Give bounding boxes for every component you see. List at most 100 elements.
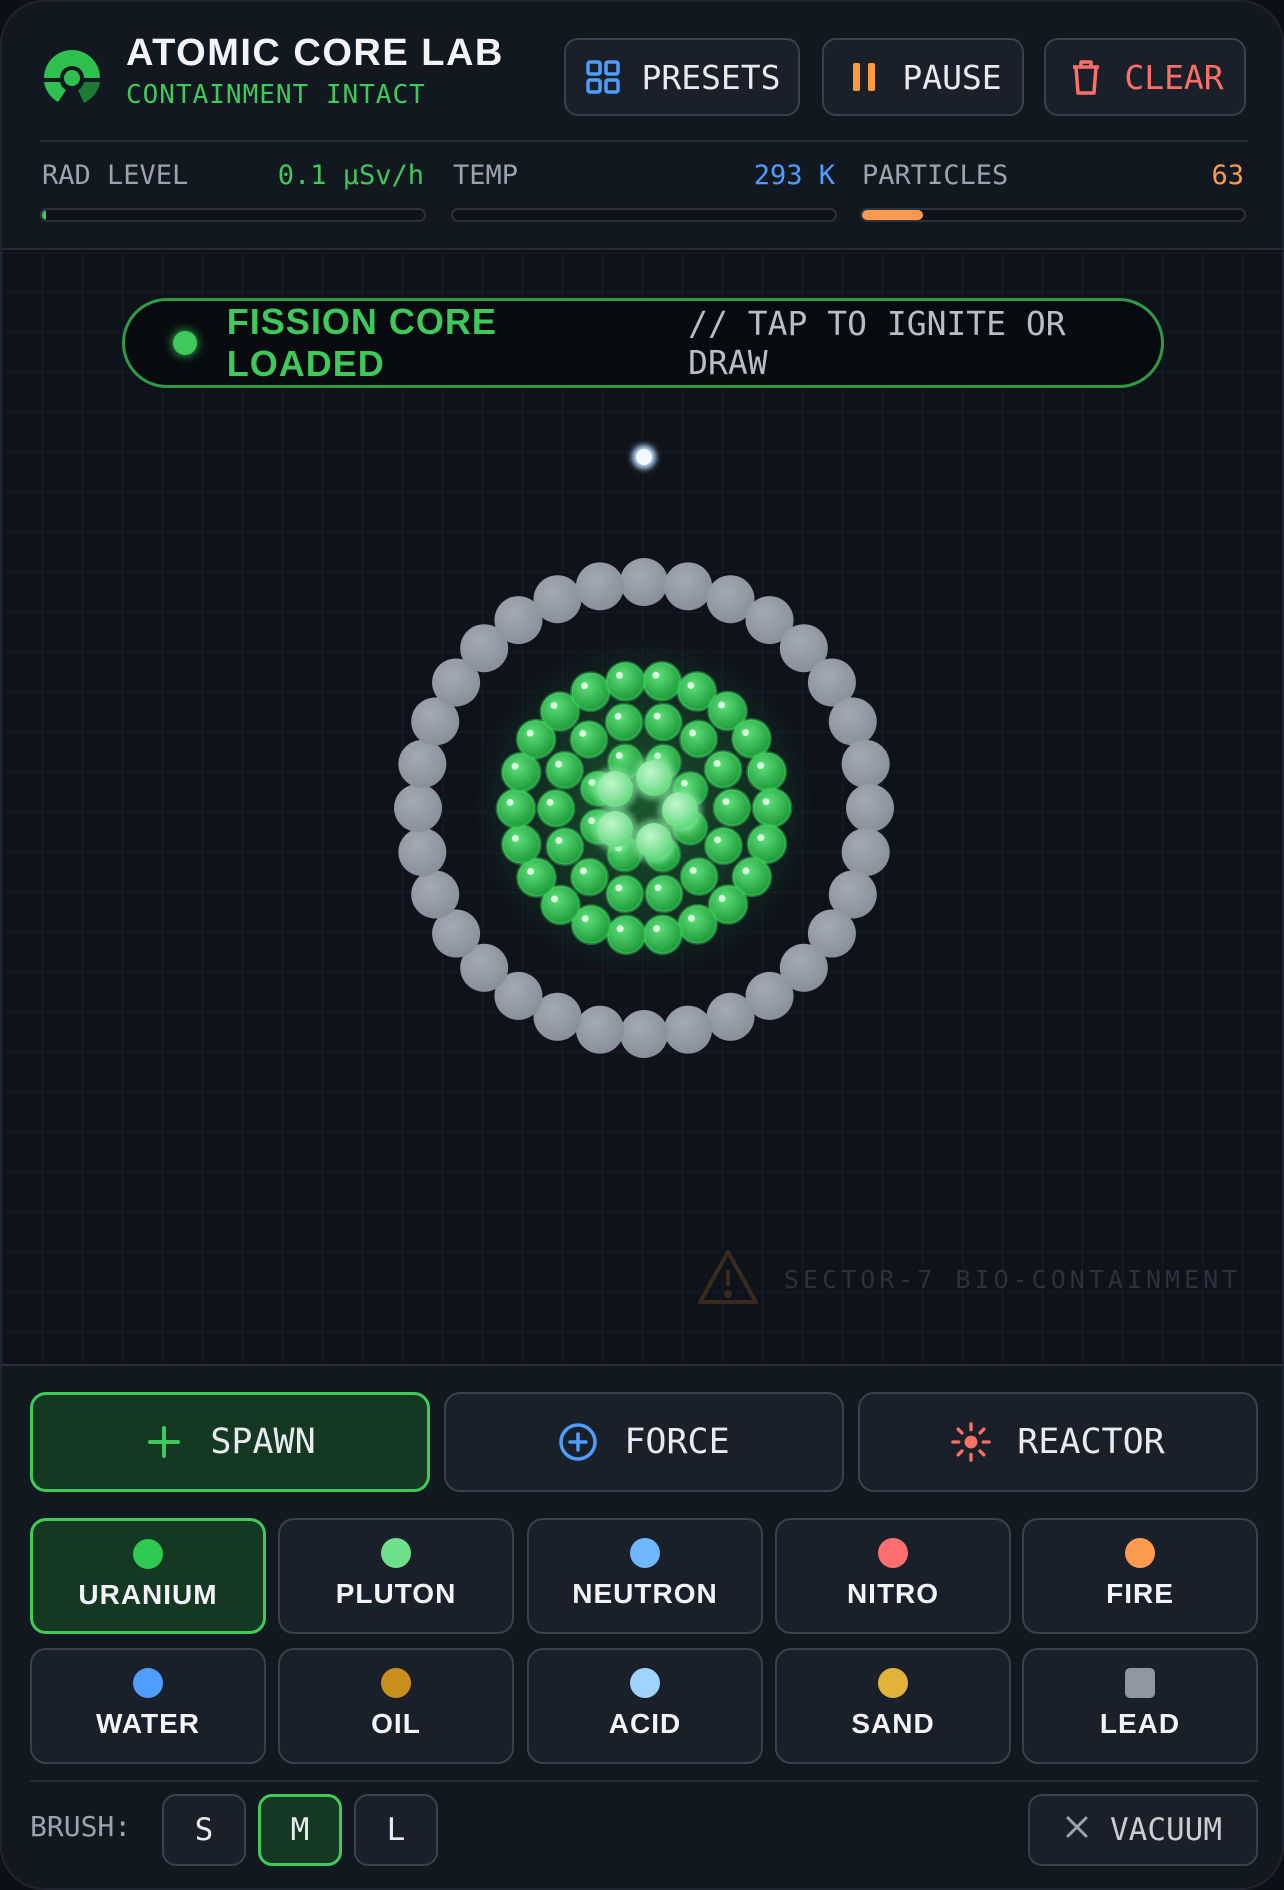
- pluton-particle: [636, 823, 672, 859]
- temp-meter: TEMP 293 K: [451, 156, 837, 228]
- uranium-particle: [746, 751, 788, 793]
- mode-spawn-button[interactable]: SPAWN: [30, 1392, 430, 1492]
- rad-level-label: RAD LEVEL: [42, 160, 189, 191]
- element-label: PLUTON: [335, 1578, 457, 1609]
- rad-level-value: 0.1 μSv/h: [277, 160, 424, 191]
- uranium-particle: [712, 788, 752, 828]
- simulation-canvas[interactable]: FISSION CORE LOADED // TAP TO IGNITE OR …: [2, 252, 1284, 1364]
- element-sand-button[interactable]: SAND: [775, 1648, 1011, 1764]
- uranium-particle: [604, 702, 644, 742]
- lead-particle: [411, 870, 460, 919]
- particle-stage[interactable]: [2, 252, 1284, 1364]
- uranium-particle: [500, 823, 542, 865]
- element-water-button[interactable]: WATER: [30, 1648, 266, 1764]
- element-fire-button[interactable]: FIRE: [1022, 1518, 1258, 1634]
- mode-force-button[interactable]: FORCE: [444, 1392, 844, 1492]
- brush-label: BRUSH:: [30, 1810, 132, 1843]
- particle-highlight: [654, 884, 662, 892]
- force-icon: [558, 1422, 598, 1462]
- pluton-particle: [597, 771, 633, 807]
- particle-highlight: [689, 867, 697, 875]
- rad-level-fill: [42, 210, 46, 220]
- lead-particle: [398, 828, 447, 877]
- uranium-particle: [570, 671, 612, 713]
- uranium-particle: [679, 857, 719, 897]
- particle-highlight: [511, 834, 519, 842]
- lead-particle: [828, 697, 877, 746]
- acid-swatch-icon: [630, 1668, 660, 1698]
- particle-highlight: [550, 895, 558, 903]
- control-panel: SPAWN FORCE REACTOR URANIUM PLUTON NEUTR…: [2, 1364, 1282, 1888]
- particle-highlight: [555, 760, 563, 768]
- element-label: SAND: [851, 1708, 935, 1739]
- brush-size-s-button[interactable]: S: [162, 1794, 246, 1866]
- element-oil-button[interactable]: OIL: [278, 1648, 514, 1764]
- warning-icon: [696, 1248, 760, 1310]
- lead-particle: [664, 562, 713, 611]
- lead-particle: [394, 784, 442, 832]
- element-pluton-button[interactable]: PLUTON: [278, 1518, 514, 1634]
- trash-icon: [1066, 57, 1106, 97]
- element-label: NEUTRON: [572, 1578, 718, 1609]
- uranium-particle: [495, 787, 537, 829]
- particle-highlight: [615, 884, 623, 892]
- pause-icon: [844, 57, 884, 97]
- sector-label: SECTOR-7 BIO-CONTAINMENT: [784, 1264, 1242, 1294]
- status-dot: [173, 331, 197, 355]
- brush-size-l-button[interactable]: L: [354, 1794, 438, 1866]
- element-label: WATER: [95, 1708, 201, 1739]
- particle-highlight: [722, 798, 730, 806]
- element-acid-button[interactable]: ACID: [527, 1648, 763, 1764]
- particle-highlight: [615, 671, 623, 679]
- particle-highlight: [762, 798, 770, 806]
- particle-highlight: [546, 798, 554, 806]
- element-label: OIL: [371, 1708, 421, 1739]
- particle-highlight: [713, 759, 721, 767]
- status-banner: FISSION CORE LOADED // TAP TO IGNITE OR …: [122, 298, 1164, 388]
- element-label: ACID: [608, 1708, 682, 1739]
- neutron-swatch-icon: [630, 1538, 660, 1568]
- particle-highlight: [526, 729, 534, 737]
- element-label: URANIUM: [78, 1579, 218, 1610]
- particle-highlight: [689, 729, 697, 737]
- particles-fill: [862, 210, 924, 220]
- element-nitro-button[interactable]: NITRO: [775, 1518, 1011, 1634]
- particle-highlight: [506, 798, 514, 806]
- vacuum-label: VACUUM: [1110, 1812, 1222, 1848]
- uranium-particle: [605, 874, 645, 914]
- clear-button[interactable]: CLEAR: [1044, 38, 1246, 116]
- sector-watermark: SECTOR-7 BIO-CONTAINMENT: [696, 1248, 1241, 1310]
- mode-spawn-label: SPAWN: [210, 1422, 316, 1462]
- particle-highlight: [652, 671, 660, 679]
- uranium-particle: [679, 719, 719, 759]
- particle-highlight: [713, 836, 721, 844]
- particle-highlight: [555, 837, 563, 845]
- app-title: ATOMIC CORE LAB: [126, 32, 504, 74]
- brush-size-m-button[interactable]: M: [258, 1794, 342, 1866]
- element-label: NITRO: [846, 1578, 940, 1609]
- uranium-particle: [642, 914, 684, 956]
- lead-particle: [841, 828, 890, 877]
- mode-reactor-button[interactable]: REACTOR: [858, 1392, 1258, 1492]
- uranium-particle: [676, 903, 718, 945]
- plus-icon: [144, 1422, 184, 1462]
- element-uranium-button[interactable]: URANIUM: [30, 1518, 266, 1634]
- uranium-particle: [703, 826, 743, 866]
- pause-button[interactable]: PAUSE: [822, 38, 1024, 116]
- particle-highlight: [742, 867, 750, 875]
- close-icon: [1064, 1812, 1090, 1848]
- oil-swatch-icon: [381, 1668, 411, 1698]
- presets-button[interactable]: PRESETS: [564, 38, 800, 116]
- element-label: FIRE: [1106, 1578, 1174, 1609]
- particle-highlight: [527, 868, 535, 876]
- particle-highlight: [581, 682, 589, 690]
- lead-particle: [575, 1005, 624, 1054]
- vacuum-button[interactable]: VACUUM: [1028, 1794, 1258, 1866]
- brush-size-label: M: [290, 1812, 310, 1848]
- element-neutron-button[interactable]: NEUTRON: [527, 1518, 763, 1634]
- containment-status: CONTAINMENT INTACT: [126, 80, 426, 110]
- mode-reactor-label: REACTOR: [1017, 1422, 1165, 1462]
- brush-size-label: S: [194, 1812, 214, 1848]
- banner-status: FISSION CORE LOADED: [226, 301, 497, 384]
- element-lead-button[interactable]: LEAD: [1022, 1648, 1258, 1764]
